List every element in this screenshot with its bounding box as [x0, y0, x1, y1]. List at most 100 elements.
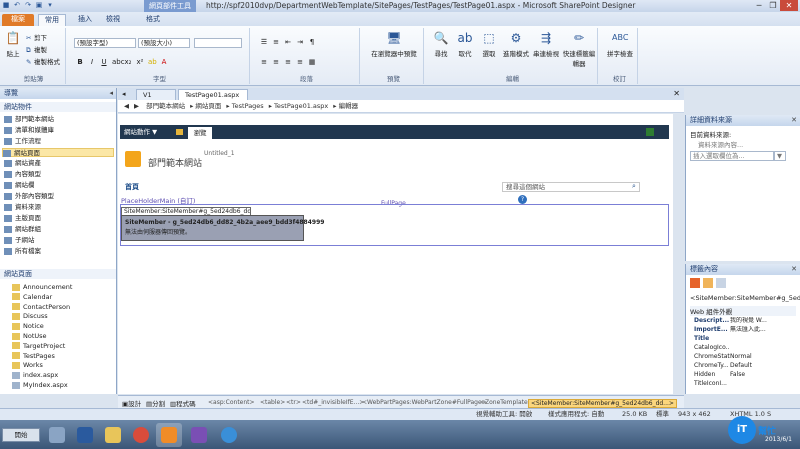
- breadcrumb-item-testpages[interactable]: TestPages: [232, 102, 264, 110]
- property-row[interactable]: Descript...我的視覺 W...: [694, 317, 789, 325]
- paste-button[interactable]: 📋 貼上: [4, 30, 22, 58]
- sidebar-item-8[interactable]: 資料來源: [4, 203, 41, 212]
- help-icon[interactable]: ?: [518, 195, 527, 204]
- sidebar-item-5[interactable]: 內容類型: [4, 170, 41, 179]
- skewer-click-button[interactable]: ⇶ 串連檢視: [532, 30, 560, 58]
- justify-icon[interactable]: ≡: [296, 58, 304, 66]
- internet-explorer-icon[interactable]: [216, 423, 242, 447]
- folder-item-9[interactable]: index.aspx: [12, 371, 58, 380]
- folder-item-7[interactable]: TestPages: [12, 352, 55, 361]
- format-painter-button[interactable]: ✎ 複製格式: [26, 56, 60, 66]
- breadcrumb-item-site[interactable]: 部門範本網站: [146, 102, 185, 110]
- folder-item-0[interactable]: Announcement: [12, 283, 72, 292]
- property-row[interactable]: TitleIconI...: [694, 380, 789, 388]
- decrease-indent-icon[interactable]: ⇤: [284, 38, 292, 46]
- tab-testpage01[interactable]: TestPage01.aspx: [178, 89, 248, 100]
- pin-icon[interactable]: ◂: [109, 88, 113, 99]
- find-button[interactable]: 🔍 尋找: [430, 30, 452, 58]
- sidebar-item-10[interactable]: 網站群組: [4, 225, 41, 234]
- quick-tag-editor-button[interactable]: ✏ 快速標籤編輯器: [562, 30, 596, 68]
- property-row[interactable]: ImportE... 無法匯入此...: [694, 326, 789, 334]
- cut-button[interactable]: ✂ 剪下: [26, 32, 47, 42]
- numbering-icon[interactable]: ≡: [272, 38, 280, 46]
- search-icon[interactable]: ⌕: [632, 182, 636, 191]
- property-value[interactable]: Normal: [730, 353, 785, 361]
- highlight-icon[interactable]: ab: [148, 58, 157, 66]
- tag-crumb-table[interactable]: <table>: [260, 399, 285, 406]
- sidebar-item-4[interactable]: 網站資產: [4, 159, 41, 168]
- explorer-icon[interactable]: [100, 423, 126, 447]
- sort-az-icon[interactable]: [703, 278, 713, 288]
- site-actions-menu[interactable]: 網站動作 ▼: [124, 125, 157, 139]
- powershell-icon[interactable]: [72, 423, 98, 447]
- minimize-button[interactable]: ─: [752, 0, 766, 11]
- tab-format[interactable]: 格式: [140, 14, 166, 26]
- tag-crumb-td[interactable]: <td#_invisibleIfE...>: [302, 399, 364, 406]
- breadcrumb-item-site-pages[interactable]: 網站頁面: [195, 102, 221, 110]
- webpart-appearance-section[interactable]: Web 組件外觀: [690, 306, 796, 316]
- redo-icon[interactable]: ↷: [24, 1, 32, 9]
- preview-in-browser-button[interactable]: 🖥 在瀏覽器中預覽: [368, 30, 420, 58]
- save-icon[interactable]: ■: [2, 1, 10, 9]
- folder-item-6[interactable]: TargetProject: [12, 342, 65, 351]
- spelling-button[interactable]: ABC 拼字檢查: [604, 30, 636, 58]
- sidebar-item-9[interactable]: 主版頁面: [4, 214, 41, 223]
- property-row[interactable]: Hidden False: [694, 371, 789, 379]
- tag-crumb-sitemember[interactable]: <SiteMember:SiteMember#g_5ed24db6_dd...>: [528, 399, 677, 408]
- align-left-icon[interactable]: ≡: [260, 58, 268, 66]
- customize-qat-icon[interactable]: ▾: [46, 1, 54, 9]
- property-value[interactable]: False: [730, 371, 785, 379]
- show-set-properties-icon[interactable]: [716, 278, 726, 288]
- bold-icon[interactable]: B: [76, 58, 84, 66]
- preview-icon[interactable]: ▣: [35, 1, 43, 9]
- start-button[interactable]: 開始: [2, 428, 40, 442]
- font-name-combo[interactable]: (預設字型): [74, 38, 136, 48]
- property-value[interactable]: 我的視覺 W...: [730, 317, 785, 325]
- sidebar-item-0[interactable]: 部門範本網站: [4, 115, 54, 124]
- back-arrow-icon[interactable]: ◂: [122, 90, 126, 98]
- home-link[interactable]: 首頁: [125, 182, 139, 192]
- property-row[interactable]: CatalogIco...: [694, 344, 789, 352]
- code-view-button[interactable]: ▥程式碼: [170, 398, 196, 408]
- categorize-icon[interactable]: [690, 278, 700, 288]
- font-color-icon[interactable]: A: [160, 58, 168, 66]
- close-tab-icon[interactable]: ✕: [673, 89, 680, 98]
- sidebar-item-7[interactable]: 外部內容類型: [4, 192, 54, 201]
- font-size-combo[interactable]: (預設大小): [138, 38, 190, 48]
- tab-view[interactable]: 檢視: [100, 14, 126, 26]
- copy-button[interactable]: ⧉ 複製: [26, 44, 47, 55]
- replace-button[interactable]: ab 取代: [454, 30, 476, 58]
- tag-crumb-zonetemplate[interactable]: <ZoneTemplate>: [480, 399, 533, 406]
- folder-item-3[interactable]: Discuss: [12, 312, 48, 321]
- borders-icon[interactable]: ▦: [308, 58, 316, 66]
- tab-file[interactable]: 檔案: [2, 14, 34, 26]
- tag-crumb-webpartzone[interactable]: <WebPartPages:WebPartZone#FullPage>: [362, 399, 487, 406]
- superscript-icon[interactable]: x²: [136, 58, 144, 66]
- bullets-icon[interactable]: ☰: [260, 38, 268, 46]
- close-pane-icon[interactable]: ✕: [791, 115, 797, 126]
- style-application-status[interactable]: 樣式應用程式: 自動: [548, 409, 604, 420]
- increase-indent-icon[interactable]: ⇥: [296, 38, 304, 46]
- tab-home[interactable]: 常用: [38, 14, 66, 26]
- chevron-down-icon[interactable]: ▼: [774, 151, 786, 161]
- advanced-mode-button[interactable]: ⚙ 進階模式: [502, 30, 530, 58]
- webpart-sitemember[interactable]: SiteMember - g_5ed24db6_dd82_4b2a_aee9_b…: [121, 215, 324, 241]
- undo-icon[interactable]: ↶: [13, 1, 21, 9]
- maximize-button[interactable]: ❐: [766, 0, 780, 11]
- breadcrumb-item-testpage01[interactable]: TestPage01.aspx: [274, 102, 328, 110]
- tags-notes-icon[interactable]: [646, 128, 654, 136]
- forward-icon[interactable]: ▶: [134, 102, 139, 110]
- server-manager-icon[interactable]: [44, 423, 70, 447]
- tag-crumb-tr[interactable]: <tr>: [286, 399, 301, 406]
- tab-insert[interactable]: 插入: [72, 14, 98, 26]
- align-right-icon[interactable]: ≡: [284, 58, 292, 66]
- close-pane-icon[interactable]: ✕: [791, 264, 797, 275]
- visual-aids-status[interactable]: 視覺輔助工具: 開啟: [476, 409, 532, 420]
- tab-browse[interactable]: 瀏覽: [188, 127, 212, 139]
- sidebar-item-3[interactable]: 網站頁面: [2, 148, 114, 157]
- property-value[interactable]: Default: [730, 362, 785, 370]
- sidebar-item-2[interactable]: 工作流程: [4, 137, 41, 146]
- align-center-icon[interactable]: ≡: [272, 58, 280, 66]
- breadcrumb-item-editor[interactable]: 編輯器: [339, 102, 359, 110]
- folder-item-5[interactable]: NotUse: [12, 332, 47, 341]
